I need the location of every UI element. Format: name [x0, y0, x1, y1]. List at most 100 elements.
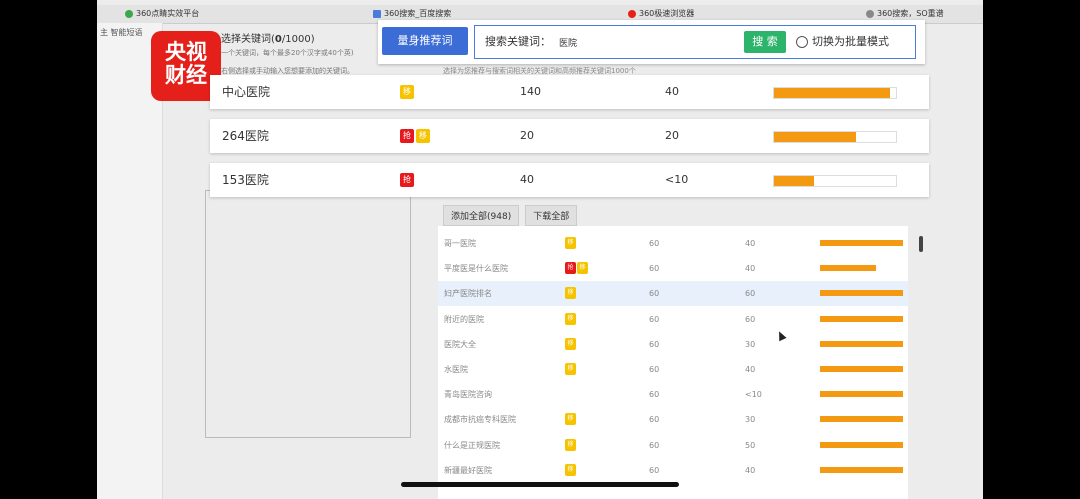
featured-keyword-row[interactable]: 中心医院 移 140 40	[210, 75, 929, 109]
yi-badge: 移	[565, 463, 576, 476]
mobile-volume: 40	[745, 465, 756, 475]
bulk-actions: 添加全部(948) 下载全部	[443, 205, 578, 226]
list-item[interactable]: 什么是正规医院 移 60 50	[438, 433, 908, 458]
site-icon	[866, 10, 874, 18]
mobile-volume: 30	[745, 339, 756, 349]
keyword-text: 妇产医院排名	[444, 289, 492, 299]
selection-title: 选择关键词(0/1000)	[221, 34, 315, 45]
keyword-list: 哥一医院移 60 40 平度医是什么医院抢移 60 40 妇产医院排名移 60 60 附近的医院移…	[438, 226, 908, 499]
badge-group: 移	[565, 363, 576, 375]
keyword-text: 青岛医院咨询	[444, 390, 492, 400]
badge-group: 移	[400, 85, 414, 99]
mobile-volume: 40	[745, 365, 756, 374]
yi-badge: 移	[565, 312, 576, 325]
download-all-button[interactable]: 下载全部	[525, 205, 578, 226]
keyword-search-panel: 量身推荐词 搜索关键词： 搜 索 切换为批量模式	[378, 20, 925, 64]
competition-bar-fill	[820, 391, 903, 398]
search-volume: 60	[649, 314, 660, 324]
badge-group: 移	[565, 337, 576, 350]
keyword-text: 中心医院	[222, 85, 271, 99]
badge-group: 移	[565, 413, 576, 426]
qiang-badge: 抢	[400, 173, 414, 187]
competition-bar-fill	[820, 416, 903, 423]
list-item[interactable]: 妇产医院排名 移 60 60	[438, 281, 908, 307]
mobile-volume: 40	[745, 264, 756, 274]
mobile-volume: 30	[745, 415, 756, 425]
featured-keyword-row[interactable]: 264医院 抢移 20 20	[210, 119, 929, 153]
keyword-text: 水医院	[444, 365, 468, 374]
yi-badge: 移	[565, 337, 576, 350]
tab-label: 360点睛实效平台	[136, 9, 200, 18]
list-item[interactable]: 附近的医院 移 60 60	[438, 307, 908, 332]
list-item[interactable]: 新疆最好医院 移 60 40	[438, 458, 908, 483]
selection-hint-1: 一个关键词，每个最多20个汉字或40个英)	[221, 49, 354, 57]
mode-switch-label: 切换为批量模式	[812, 35, 889, 48]
clock-icon	[796, 36, 808, 48]
badge-group: 移	[565, 312, 576, 325]
list-item[interactable]: 青岛医院咨询 60 <10	[438, 382, 908, 407]
yi-badge: 移	[565, 363, 576, 375]
competition-bar	[820, 366, 903, 372]
badge-group: 移	[565, 438, 576, 451]
yi-badge: 移	[416, 129, 430, 143]
keyword-text: 附近的医院	[444, 314, 484, 324]
mobile-volume: 60	[745, 314, 756, 324]
badge-group: 移	[565, 237, 576, 249]
search-volume: 140	[520, 85, 541, 98]
search-volume: 60	[649, 415, 660, 425]
mobile-volume: 40	[665, 85, 679, 98]
competition-bar	[820, 290, 903, 297]
keyword-text: 153医院	[222, 173, 269, 187]
badge-group: 抢移	[400, 129, 430, 143]
search-volume: 60	[649, 465, 660, 475]
search-button[interactable]: 搜 索	[744, 31, 786, 53]
home-indicator	[401, 482, 679, 487]
mobile-volume: <10	[665, 173, 689, 186]
list-scrollbar[interactable]	[919, 236, 923, 252]
site-icon	[373, 10, 381, 18]
search-volume: 60	[649, 390, 660, 400]
recommended-words-tab[interactable]: 量身推荐词	[382, 27, 468, 55]
competition-bar-fill	[820, 466, 903, 473]
competition-bar-fill	[820, 315, 903, 322]
keyword-text: 医院大全	[444, 339, 476, 349]
competition-bar-fill	[820, 290, 903, 297]
qiang-badge: 抢	[400, 129, 414, 143]
qiang-badge: 抢	[565, 262, 576, 275]
search-label: 搜索关键词：	[485, 35, 551, 48]
yi-badge: 移	[565, 237, 576, 249]
badge-group: 移	[565, 287, 576, 300]
badge-group: 抢	[400, 173, 414, 187]
competition-bar	[820, 315, 903, 322]
keyword-text: 哥一医院	[444, 239, 476, 248]
mobile-volume: <10	[745, 390, 762, 400]
competition-bar	[820, 240, 903, 246]
logo-line-1: 央视	[165, 40, 207, 64]
list-item[interactable]: 医院大全 移 60 30	[438, 332, 908, 357]
competition-bar-fill	[774, 132, 856, 142]
competition-bar	[820, 441, 903, 448]
tab-360-dianjing[interactable]: 360点睛实效平台	[125, 5, 199, 23]
competition-bar-fill	[820, 441, 903, 448]
search-volume: 60	[649, 365, 660, 374]
yi-badge: 移	[400, 85, 414, 99]
selected-keywords-box[interactable]	[205, 190, 411, 438]
list-item[interactable]: 成都市抗癌专科医院 移 60 30	[438, 407, 908, 432]
mobile-volume: 60	[745, 289, 756, 299]
batch-mode-switch[interactable]: 切换为批量模式	[796, 26, 889, 58]
list-item[interactable]: 水医院 移 60 40	[438, 357, 908, 382]
add-all-button[interactable]: 添加全部(948)	[443, 205, 520, 226]
competition-bar	[773, 87, 897, 99]
keyword-text: 平度医是什么医院	[444, 264, 508, 274]
site-icon	[125, 10, 133, 18]
list-item[interactable]: 哥一医院 移 60 40	[438, 231, 908, 256]
competition-bar-fill	[820, 340, 903, 347]
search-volume: 40	[520, 173, 534, 186]
list-item[interactable]: 平度医是什么医院 抢移 60 40	[438, 256, 908, 281]
search-box: 搜索关键词： 搜 索 切换为批量模式	[474, 25, 916, 59]
featured-keyword-row[interactable]: 153医院 抢 40 <10	[210, 163, 929, 197]
search-input[interactable]	[559, 35, 734, 49]
keyword-text: 什么是正规医院	[444, 440, 500, 450]
competition-bar	[820, 466, 903, 473]
search-volume: 60	[649, 289, 660, 299]
